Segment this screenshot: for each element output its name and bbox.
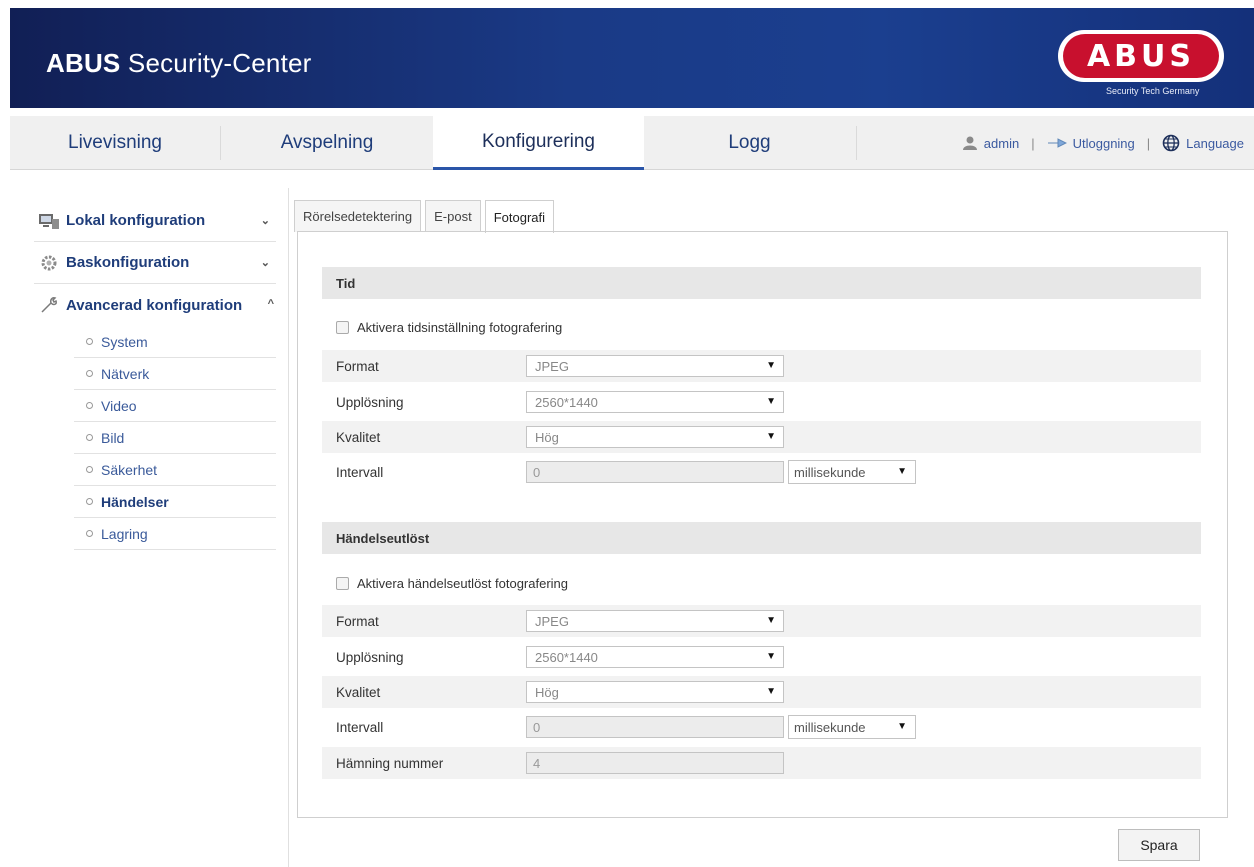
event-interval-unit-select[interactable]: millisekunde ▼ bbox=[788, 715, 916, 739]
sidebar-item-natverk[interactable]: Nätverk bbox=[74, 358, 276, 390]
event-capture-count-row: Hämning nummer 4 bbox=[322, 747, 1201, 779]
timed-capture-label: Aktivera tidsinställning fotografering bbox=[357, 320, 563, 335]
timed-interval-row: Intervall 0 millisekunde ▼ bbox=[322, 456, 1201, 488]
timed-interval-label: Intervall bbox=[336, 464, 384, 480]
logo-tagline: Security Tech Germany bbox=[1106, 86, 1200, 96]
bullet-icon bbox=[86, 434, 93, 441]
timed-capture-checkbox-row[interactable]: Aktivera tidsinställning fotografering bbox=[336, 320, 562, 335]
event-interval-row: Intervall 0 millisekunde ▼ bbox=[322, 711, 1201, 743]
logout-icon bbox=[1047, 138, 1067, 148]
content-tabs: Rörelsedetektering E-post Fotografi bbox=[294, 200, 558, 233]
timed-resolution-row: Upplösning 2560*1440 ▼ bbox=[322, 386, 1201, 418]
timed-resolution-select[interactable]: 2560*1440 ▼ bbox=[526, 391, 784, 413]
dropdown-arrow-icon: ▼ bbox=[766, 651, 776, 662]
sidebar-divider bbox=[288, 188, 289, 867]
save-button[interactable]: Spara bbox=[1118, 829, 1200, 861]
timed-quality-label: Kvalitet bbox=[336, 429, 381, 445]
dropdown-arrow-icon: ▼ bbox=[766, 615, 776, 626]
timed-format-select[interactable]: JPEG ▼ bbox=[526, 355, 784, 377]
dropdown-arrow-icon: ▼ bbox=[766, 396, 776, 407]
logout-link[interactable]: Utloggning bbox=[1073, 136, 1135, 151]
dropdown-arrow-icon: ▼ bbox=[766, 360, 776, 371]
section-heading-handelseutlost: Händelseutlöst bbox=[322, 522, 1201, 554]
timed-capture-checkbox[interactable] bbox=[336, 321, 349, 334]
monitor-icon bbox=[39, 213, 59, 229]
timed-quality-select[interactable]: Hög ▼ bbox=[526, 426, 784, 448]
event-interval-label: Intervall bbox=[336, 719, 384, 735]
event-resolution-row: Upplösning 2560*1440 ▼ bbox=[322, 641, 1201, 673]
bullet-icon bbox=[86, 338, 93, 345]
event-capture-count-input[interactable]: 4 bbox=[526, 752, 784, 774]
event-interval-input[interactable]: 0 bbox=[526, 716, 784, 738]
user-icon bbox=[962, 136, 977, 150]
sidebar-item-avancerad-konfiguration[interactable]: Avancerad konfiguration ^ bbox=[34, 284, 276, 326]
sidebar-item-bild[interactable]: Bild bbox=[74, 422, 276, 454]
event-resolution-label: Upplösning bbox=[336, 649, 404, 665]
globe-icon bbox=[1162, 134, 1180, 152]
bullet-icon bbox=[86, 370, 93, 377]
chevron-down-icon: ⌄ bbox=[260, 257, 270, 269]
event-format-row: Format JPEG ▼ bbox=[322, 605, 1201, 637]
abus-logo: ABUS Security Tech Germany bbox=[1058, 30, 1224, 106]
event-format-label: Format bbox=[336, 613, 379, 629]
tab-logg[interactable]: Logg bbox=[644, 116, 855, 170]
tab-avspelning[interactable]: Avspelning bbox=[221, 116, 433, 170]
event-quality-row: Kvalitet Hög ▼ bbox=[322, 676, 1201, 708]
sidebar-item-baskonfiguration[interactable]: Baskonfiguration ⌄ bbox=[34, 242, 276, 284]
language-link[interactable]: Language bbox=[1186, 136, 1244, 151]
username[interactable]: admin bbox=[984, 136, 1019, 151]
timed-resolution-label: Upplösning bbox=[336, 394, 404, 410]
section-heading-tid: Tid bbox=[322, 267, 1201, 299]
timed-interval-input[interactable]: 0 bbox=[526, 461, 784, 483]
top-navigation: Livevisning Avspelning Konfigurering Log… bbox=[10, 116, 1254, 170]
sidebar-item-lagring[interactable]: Lagring bbox=[74, 518, 276, 550]
bullet-icon bbox=[86, 466, 93, 473]
bullet-icon bbox=[86, 402, 93, 409]
event-resolution-select[interactable]: 2560*1440 ▼ bbox=[526, 646, 784, 668]
chevron-up-icon: ^ bbox=[267, 298, 274, 310]
event-quality-select[interactable]: Hög ▼ bbox=[526, 681, 784, 703]
tab-livevisning[interactable]: Livevisning bbox=[10, 116, 220, 170]
app-header: ABUS Security-Center ABUS Security Tech … bbox=[10, 8, 1254, 108]
timed-format-label: Format bbox=[336, 358, 379, 374]
dropdown-arrow-icon: ▼ bbox=[766, 686, 776, 697]
sidebar-item-sakerhet[interactable]: Säkerhet bbox=[74, 454, 276, 486]
tab-konfigurering[interactable]: Konfigurering bbox=[433, 116, 644, 170]
tab-rorelsedetektering[interactable]: Rörelsedetektering bbox=[294, 200, 422, 232]
tab-fotografi[interactable]: Fotografi bbox=[484, 200, 555, 233]
sidebar: Lokal konfiguration ⌄ Baskonfiguration ⌄… bbox=[34, 200, 276, 550]
event-quality-label: Kvalitet bbox=[336, 684, 381, 700]
event-capture-count-label: Hämning nummer bbox=[336, 755, 444, 771]
bullet-icon bbox=[86, 530, 93, 537]
app-title: ABUS Security-Center bbox=[46, 48, 312, 78]
timed-interval-unit-select[interactable]: millisekunde ▼ bbox=[788, 460, 916, 484]
timed-format-row: Format JPEG ▼ bbox=[322, 350, 1201, 382]
tab-e-post[interactable]: E-post bbox=[425, 200, 481, 232]
chevron-down-icon: ⌄ bbox=[260, 215, 270, 227]
event-capture-label: Aktivera händelseutlöst fotografering bbox=[357, 576, 569, 591]
bullet-icon bbox=[86, 498, 93, 505]
event-capture-checkbox-row[interactable]: Aktivera händelseutlöst fotografering bbox=[336, 576, 568, 591]
gear-icon bbox=[41, 255, 57, 270]
sidebar-item-handelser[interactable]: Händelser bbox=[74, 486, 276, 518]
wrench-icon bbox=[41, 297, 57, 313]
timed-quality-row: Kvalitet Hög ▼ bbox=[322, 421, 1201, 453]
dropdown-arrow-icon: ▼ bbox=[897, 466, 907, 477]
dropdown-arrow-icon: ▼ bbox=[897, 721, 907, 732]
sidebar-item-video[interactable]: Video bbox=[74, 390, 276, 422]
sidebar-item-lokal-konfiguration[interactable]: Lokal konfiguration ⌄ bbox=[34, 200, 276, 242]
event-format-select[interactable]: JPEG ▼ bbox=[526, 610, 784, 632]
user-area: admin | Utloggning | Language bbox=[962, 116, 1244, 170]
sidebar-item-system[interactable]: System bbox=[74, 326, 276, 358]
event-capture-checkbox[interactable] bbox=[336, 577, 349, 590]
dropdown-arrow-icon: ▼ bbox=[766, 431, 776, 442]
